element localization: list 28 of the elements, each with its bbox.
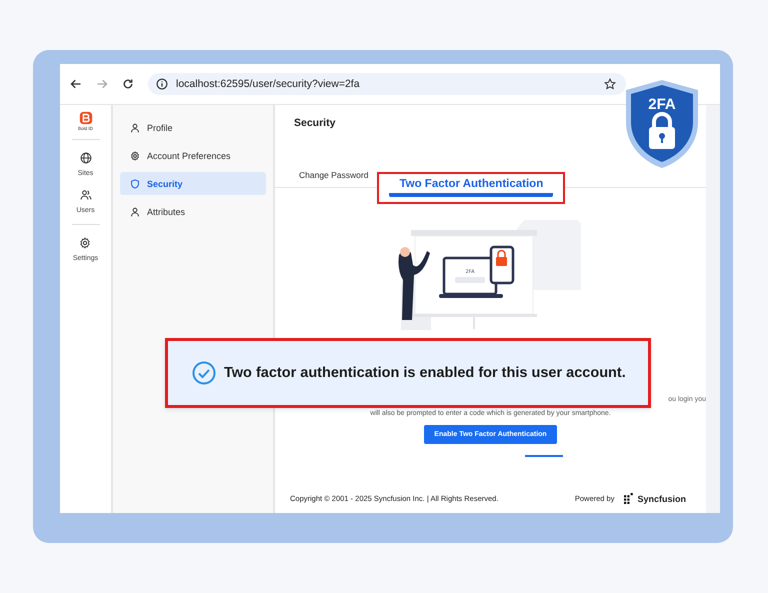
tab[interactable]: Two Factor Authentication <box>389 178 554 197</box>
url-text: localhost:62595/user/security?view=2fa <box>176 78 361 90</box>
star-icon[interactable] <box>604 78 616 90</box>
globe-icon <box>80 152 92 164</box>
gear-icon <box>130 150 140 160</box>
gear-icon <box>79 237 92 249</box>
person-icon <box>130 122 140 132</box>
logo-icon <box>78 111 92 125</box>
menu-item[interactable]: Security <box>120 172 266 195</box>
check-circle-icon <box>192 361 216 385</box>
tab[interactable]: Change Password <box>299 167 368 187</box>
padlock-icon <box>649 112 675 149</box>
page-title: Security <box>294 117 336 131</box>
back-icon[interactable] <box>70 78 82 90</box>
brand-icon <box>624 493 636 504</box>
reload-icon[interactable] <box>122 78 134 90</box>
menu-item[interactable]: Account Preferences <box>120 144 266 167</box>
shield-icon <box>130 178 140 188</box>
scrollbar-track[interactable] <box>706 105 720 513</box>
success-message: Two factor authentication is enabled for this user account. <box>224 365 626 381</box>
info-icon[interactable] <box>156 78 168 90</box>
address-bar[interactable]: localhost:62595/user/security?view=2fa <box>148 73 626 95</box>
menu-item[interactable]: Profile <box>120 116 266 139</box>
menu-item[interactable]: Attributes <box>120 200 266 223</box>
badge-label: 2FA <box>648 96 676 113</box>
users-icon <box>80 189 92 201</box>
brand-name: Syncfusion <box>637 494 686 504</box>
person-icon <box>130 206 140 216</box>
